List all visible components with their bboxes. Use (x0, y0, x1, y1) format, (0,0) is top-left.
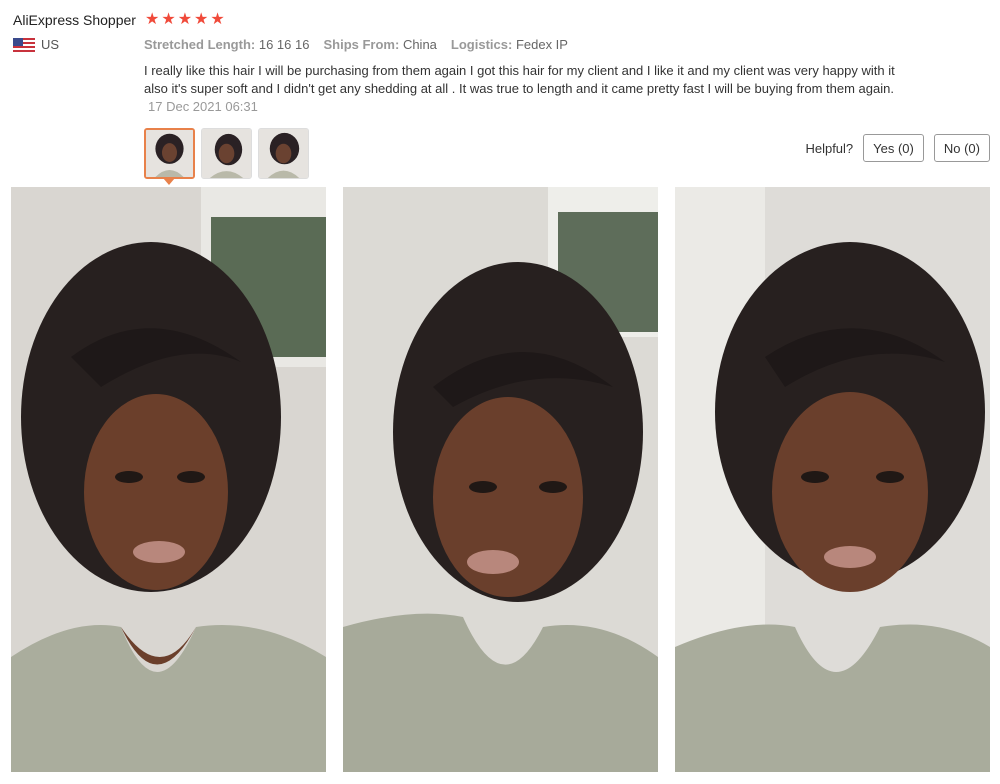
thumbnail-photo (146, 130, 193, 177)
reviewer-name: AliExpress Shopper (13, 12, 136, 28)
review-photo-gallery (11, 187, 990, 772)
helpful-votes: Helpful? Yes (0) No (0) (805, 134, 990, 162)
review-photo-2[interactable] (343, 187, 658, 772)
review-thumbnail-1[interactable] (144, 128, 195, 179)
helpful-label: Helpful? (805, 140, 854, 156)
thumbnail-photo (259, 129, 308, 178)
attribute-ships-from: Ships From: China (323, 37, 437, 52)
star-icon: ★ (210, 11, 225, 28)
us-flag-icon (13, 37, 35, 52)
review-photo-3[interactable] (675, 187, 990, 772)
photo-image (343, 187, 658, 772)
photo-image (675, 187, 990, 772)
review-text: I really like this hair I will be purcha… (144, 63, 895, 96)
attribute-stretched-length: Stretched Length: 16 16 16 (144, 37, 310, 52)
review-thumbnails (144, 128, 309, 179)
thumbnail-photo (202, 129, 251, 178)
review-thumbnail-2[interactable] (201, 128, 252, 179)
review-date: 17 Dec 2021 06:31 (148, 99, 258, 114)
product-attributes: Stretched Length: 16 16 16 Ships From: C… (144, 37, 568, 52)
helpful-yes-button[interactable]: Yes (0) (863, 134, 924, 162)
star-icon: ★ (145, 11, 160, 28)
helpful-no-button[interactable]: No (0) (933, 134, 990, 162)
photo-image (11, 187, 326, 772)
review-thumbnail-3[interactable] (258, 128, 309, 179)
attribute-logistics: Logistics: Fedex IP (450, 37, 568, 52)
review-photo-1[interactable] (11, 187, 326, 772)
star-icon: ★ (161, 11, 176, 28)
star-rating: ★ ★ ★ ★ ★ (145, 11, 225, 29)
review-body: I really like this hair I will be purcha… (144, 62, 904, 116)
reviewer-country: US (13, 37, 59, 52)
star-icon: ★ (194, 11, 209, 28)
country-label: US (41, 37, 60, 52)
star-icon: ★ (177, 11, 193, 28)
active-thumbnail-pointer (163, 178, 175, 185)
